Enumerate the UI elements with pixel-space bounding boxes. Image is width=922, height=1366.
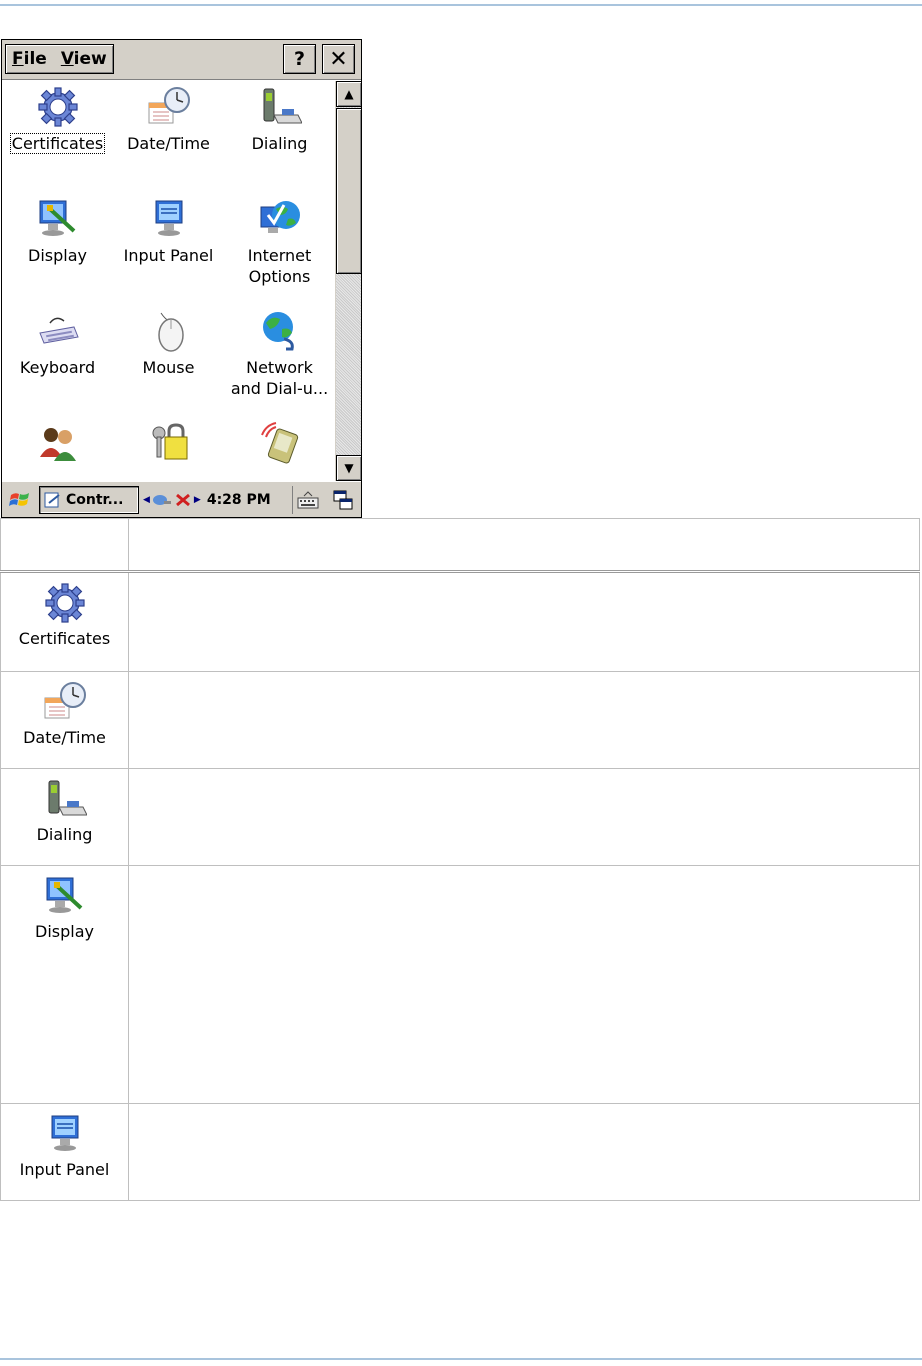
globe-check-icon (260, 201, 300, 233)
tray-left-arrow-icon[interactable]: ◀ (143, 495, 150, 505)
control-panel-window: File View ? ✕ Certificates Date/Time Dia… (1, 39, 362, 518)
icon-label: Certificates (9, 133, 106, 154)
icon-label: Network and Dial-u... (230, 358, 329, 398)
input-panel-button[interactable] (292, 486, 322, 514)
icon-dialing[interactable]: Dialing (224, 85, 335, 154)
applet-description (128, 1103, 920, 1201)
keyboard-icon (38, 317, 79, 344)
applet-description (128, 768, 920, 866)
icon-date-time[interactable]: Date/Time (113, 85, 224, 154)
calendar-clock-icon (44, 682, 86, 719)
table-row: Certificates (0, 571, 920, 672)
gear-icon (37, 87, 78, 127)
start-button[interactable] (5, 486, 35, 514)
top-rule (0, 4, 922, 6)
table-row: Date/Time (0, 671, 920, 769)
table-header-icon (0, 518, 129, 573)
icon-password[interactable] (113, 421, 224, 465)
system-tray: ◀ ▶ 4:28 PM (143, 488, 271, 512)
icon-label: Input Panel (123, 246, 214, 265)
applet-cell: Input Panel (0, 1103, 129, 1201)
file-menu[interactable]: File (12, 49, 47, 69)
keyboard-icon (297, 491, 318, 509)
taskbar: Contr... ◀ ▶ 4:28 PM (2, 481, 361, 517)
applet-cell: Certificates (0, 571, 129, 672)
icon-label: Mouse (142, 358, 195, 377)
tray-right-arrow-icon[interactable]: ▶ (194, 495, 201, 505)
monitor-brush-icon (39, 200, 75, 236)
pda-signal-icon (260, 422, 298, 464)
table-row: Display (0, 865, 920, 1104)
applet-label: Input Panel (19, 1160, 110, 1179)
icon-keyboard[interactable]: Keyboard (2, 309, 113, 378)
windows-stack-icon (333, 490, 353, 510)
view-menu[interactable]: View (61, 49, 107, 69)
windows-flag-icon (9, 493, 29, 506)
network-status-icon[interactable] (152, 492, 172, 508)
icon-certificates[interactable]: Certificates (2, 85, 113, 154)
icon-label: Keyboard (19, 358, 96, 377)
icon-label: Display (28, 246, 87, 265)
phone-modem-icon (48, 780, 87, 816)
network-globe-icon (262, 312, 294, 351)
task-control-panel-button[interactable]: Contr... (39, 486, 139, 514)
keys-lock-icon (152, 423, 187, 460)
control-panel-icon (44, 492, 60, 508)
scroll-up-button[interactable]: ▲ (336, 81, 362, 107)
icon-pc-connection[interactable] (224, 421, 335, 465)
table-row: Dialing (0, 768, 920, 866)
applet-label: Date/Time (23, 728, 106, 747)
monitor-keyboard-icon (155, 200, 182, 236)
applet-description (128, 671, 920, 769)
applet-cell: Date/Time (0, 671, 129, 769)
applet-cell: Dialing (0, 768, 129, 866)
mouse-icon (157, 312, 184, 352)
icon-display[interactable]: Display (2, 197, 113, 266)
table-row: Input Panel (0, 1103, 920, 1201)
table-header-description (128, 518, 920, 573)
scroll-thumb[interactable] (336, 108, 362, 274)
menu-group: File View (5, 44, 114, 74)
task-label: Contr... (66, 492, 124, 508)
applet-description-table: Certificates Date/Time Dialing Display I… (0, 518, 920, 1201)
bottom-rule (0, 1358, 922, 1360)
applet-label: Display (35, 922, 94, 941)
help-button[interactable]: ? (283, 44, 316, 74)
menu-bar: File View ? ✕ (2, 40, 361, 80)
icon-input-panel[interactable]: Input Panel (113, 197, 224, 266)
icon-internet-options[interactable]: Internet Options (224, 197, 335, 287)
close-button[interactable]: ✕ (322, 44, 355, 74)
scroll-down-button[interactable]: ▼ (336, 455, 362, 481)
applet-label: Dialing (36, 825, 93, 844)
icon-network[interactable]: Network and Dial-u... (224, 309, 335, 399)
applet-cell: Display (0, 865, 129, 1104)
applet-description (128, 865, 920, 1104)
icon-mouse[interactable]: Mouse (113, 309, 224, 378)
vertical-scrollbar[interactable]: ▲ ▼ (335, 81, 362, 481)
show-desktop-button[interactable] (328, 486, 358, 514)
applet-label: Certificates (18, 629, 111, 648)
icon-view: Certificates Date/Time Dialing Display I… (2, 81, 335, 481)
users-icon (39, 428, 76, 461)
monitor-keyboard-icon (51, 1115, 78, 1151)
calendar-clock-icon (148, 87, 190, 124)
icon-label: Dialing (251, 134, 308, 153)
clock[interactable]: 4:28 PM (207, 492, 271, 508)
disconnected-icon[interactable] (174, 492, 192, 508)
icon-label: Internet Options (247, 246, 312, 286)
icon-owner[interactable] (2, 421, 113, 465)
applet-description (128, 571, 920, 672)
gear-icon (44, 583, 85, 623)
icon-label: Date/Time (127, 134, 210, 153)
monitor-brush-icon (46, 877, 82, 913)
phone-modem-icon (263, 88, 302, 124)
